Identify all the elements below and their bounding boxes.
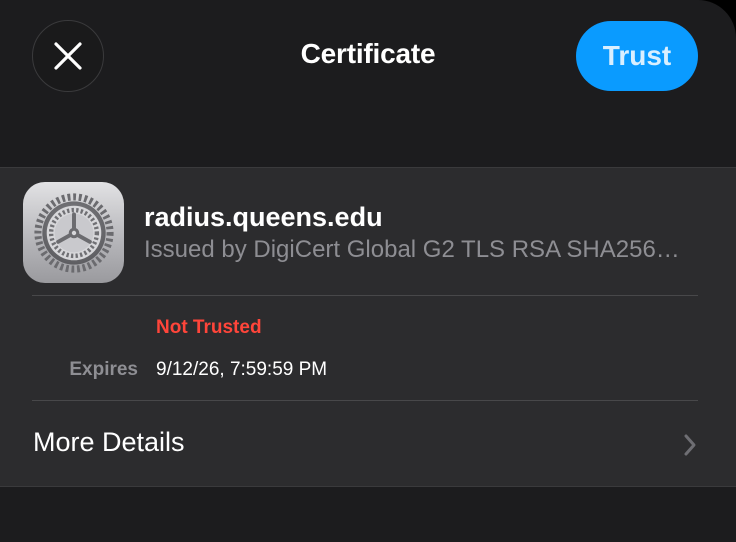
trust-button[interactable]: Trust <box>576 21 698 91</box>
expires-value: 9/12/26, 7:59:59 PM <box>156 359 328 380</box>
expires-label: Expires <box>69 359 138 380</box>
nav-bar: Certificate Trust <box>0 0 736 110</box>
more-details-row[interactable]: More Details <box>0 401 736 487</box>
certificate-sheet: Certificate Trust radius.queens.edu Issu… <box>0 0 736 542</box>
certificate-issuer: Issued by DigiCert Global G2 TLS RSA SHA… <box>144 236 680 263</box>
certificate-card: radius.queens.edu Issued by DigiCert Glo… <box>0 167 736 487</box>
certificate-name: radius.queens.edu <box>144 202 383 232</box>
divider <box>32 295 698 296</box>
chevron-right-icon <box>684 434 696 456</box>
settings-gear-icon <box>23 182 124 283</box>
more-details-label: More Details <box>33 427 185 457</box>
trust-status: Not Trusted <box>156 317 262 338</box>
